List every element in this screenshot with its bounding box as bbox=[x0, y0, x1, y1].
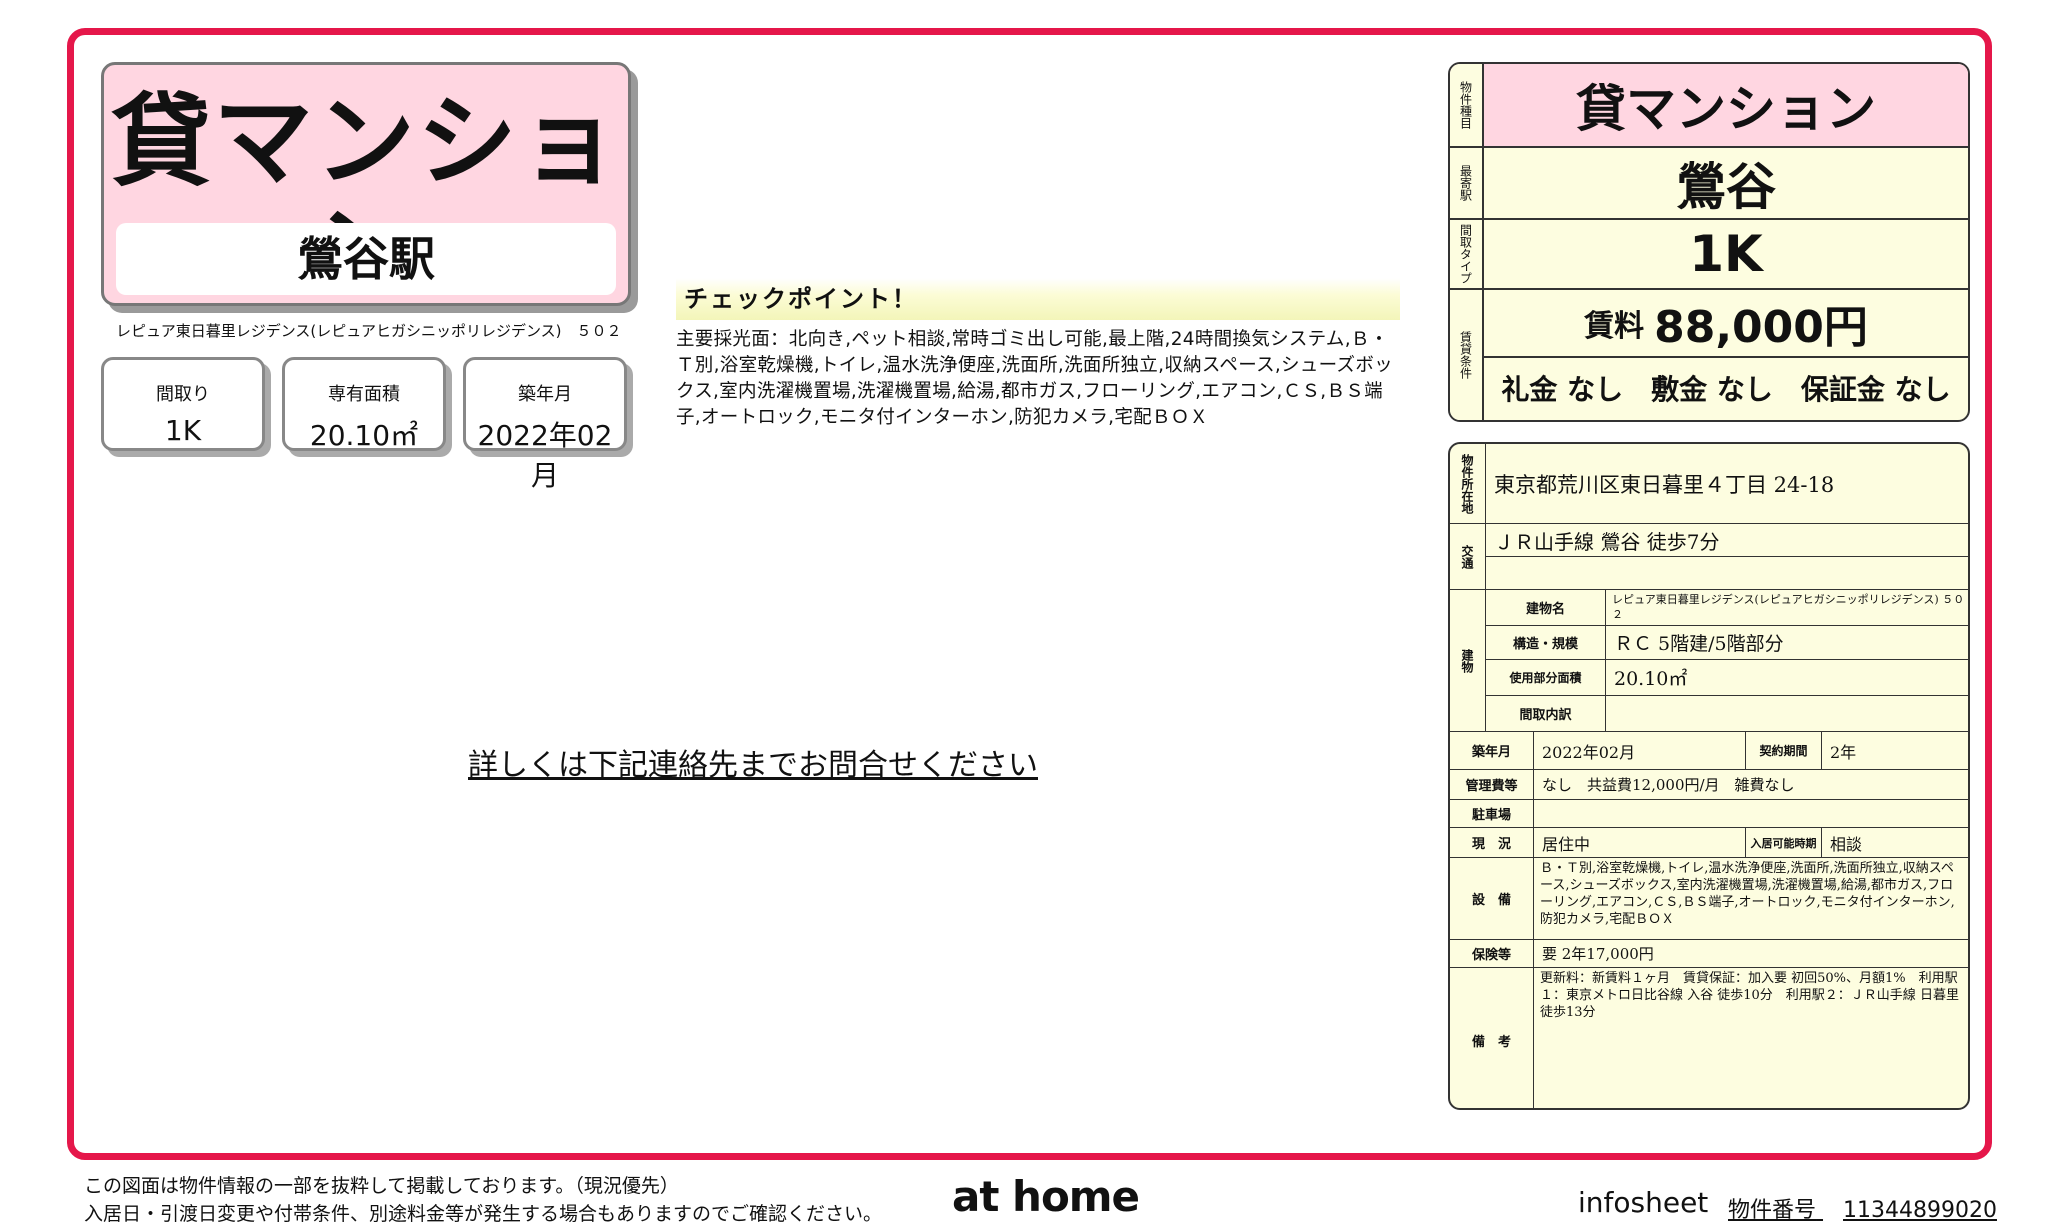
summary-label: 最寄駅 bbox=[1450, 148, 1484, 218]
rent-line: 賃料 88,000円 bbox=[1484, 290, 1968, 358]
area-value: 20.10㎡ bbox=[1606, 660, 1968, 696]
built-value: 2022年02月 bbox=[1534, 732, 1746, 770]
parking-label: 駐車場 bbox=[1450, 800, 1534, 828]
info-label: 築年月 bbox=[518, 384, 572, 405]
layout-detail-label: 間取内訳 bbox=[1486, 696, 1606, 732]
struct-value: ＲＣ 5階建/5階部分 bbox=[1606, 626, 1968, 660]
info-label: 間取り bbox=[156, 384, 210, 405]
status-label: 現 況 bbox=[1450, 828, 1534, 858]
athome-logo: at home bbox=[952, 1172, 1140, 1221]
mgmt-label: 管理費等 bbox=[1450, 770, 1534, 800]
contact-link[interactable]: 詳しくは下記連絡先までお問合せください bbox=[468, 740, 1038, 784]
movein-value: 相談 bbox=[1822, 828, 1968, 858]
footer-note-line2: 入居日・引渡日変更や付帯条件、別途料金等が発生する場合もありますのでご確認くださ… bbox=[84, 1203, 883, 1225]
fees-line: 礼金 なし 敷金 なし 保証金 なし bbox=[1501, 373, 1951, 406]
built-label: 築年月 bbox=[1450, 732, 1534, 770]
property-number-label: 物件番号 bbox=[1728, 1198, 1817, 1223]
remarks-value: 更新料：新賃料１ヶ月 賃貸保証：加入要 初回50%、月額1% 利用駅１：東京メト… bbox=[1540, 971, 1959, 1020]
movein-label: 入居可能時期 bbox=[1746, 828, 1822, 858]
summary-station-row: 最寄駅 鶯谷 bbox=[1450, 148, 1968, 220]
building-label: 建物 bbox=[1450, 590, 1486, 732]
checkpoint-heading: チェックポイント！ bbox=[676, 278, 1400, 320]
rent-prefix: 賃料 bbox=[1584, 309, 1645, 344]
summary-label: 間取タイプ bbox=[1450, 220, 1484, 288]
rent-value: 88,000円 bbox=[1654, 302, 1868, 353]
summary-label: 物件種目 bbox=[1450, 64, 1484, 146]
bname-value: レピュア東日暮里レジデンス(レピュアヒガシニッポリレジデンス) ５０２ bbox=[1606, 590, 1968, 626]
contract-value: 2年 bbox=[1822, 732, 1968, 770]
details-panel: 物件所在地 東京都荒川区東日暮里４丁目 24-18 交通 ＪＲ山手線 鶯谷 徒歩… bbox=[1448, 442, 1970, 1110]
info-label: 専有面積 bbox=[328, 384, 400, 405]
address-value: 東京都荒川区東日暮里４丁目 24-18 bbox=[1486, 444, 1968, 524]
info-box-area: 専有面積 20.10㎡ bbox=[282, 357, 446, 452]
layout-detail-value bbox=[1606, 696, 1968, 732]
building-name: レピュア東日暮里レジデンス(レピュアヒガシニッポリレジデンス) ５０２ bbox=[116, 322, 622, 340]
property-number: 物件番号 11344899020 bbox=[1728, 1192, 1997, 1224]
summary-type: 貸マンション bbox=[1484, 64, 1968, 146]
parking-value bbox=[1534, 800, 1968, 828]
transport-label: 交通 bbox=[1450, 524, 1486, 590]
checkpoint-text: 主要採光面：北向き,ペット相談,常時ゴミ出し可能,最上階,24時間換気システム,… bbox=[676, 329, 1393, 428]
footer-note: この図面は物件情報の一部を抜粋して掲載しております。（現況優先） 入居日・引渡日… bbox=[84, 1172, 882, 1228]
property-number-value: 11344899020 bbox=[1843, 1198, 1997, 1223]
info-box-layout: 間取り 1K bbox=[101, 357, 265, 451]
equip-label: 設 備 bbox=[1450, 858, 1534, 940]
transport-empty bbox=[1486, 557, 1968, 590]
status-value: 居住中 bbox=[1534, 828, 1746, 858]
bname-label: 建物名 bbox=[1486, 590, 1606, 626]
contract-label: 契約期間 bbox=[1746, 732, 1822, 770]
summary-station: 鶯谷 bbox=[1676, 158, 1776, 216]
summary-terms-row: 賃貸条件 賃料 88,000円 礼金 なし 敷金 なし 保証金 なし bbox=[1450, 290, 1968, 420]
summary-type-row: 物件種目 貸マンション bbox=[1450, 64, 1968, 148]
remarks-label: 備 考 bbox=[1450, 968, 1534, 1108]
transport-value: ＪＲ山手線 鶯谷 徒歩7分 bbox=[1486, 524, 1968, 557]
info-box-built: 築年月 2022年02月 bbox=[463, 357, 627, 492]
area-label: 使用部分面積 bbox=[1486, 660, 1606, 696]
insurance-label: 保険等 bbox=[1450, 940, 1534, 968]
insurance-value: 要 2年17,000円 bbox=[1534, 940, 1968, 968]
equip-value: Ｂ・Ｔ別,浴室乾燥機,トイレ,温水洗浄便座,洗面所,洗面所独立,収納スペース,シ… bbox=[1534, 858, 1968, 940]
info-value: 2022年02月 bbox=[477, 419, 613, 492]
info-value: 20.10㎡ bbox=[309, 419, 419, 452]
station-title: 鶯谷駅 bbox=[116, 223, 616, 295]
mgmt-value: なし 共益費12,000円/月 雑費なし bbox=[1534, 770, 1968, 800]
summary-panel: 物件種目 貸マンション 最寄駅 鶯谷 間取タイプ 1K 賃貸条件 賃料 88,0… bbox=[1448, 62, 1970, 422]
struct-label: 構造・規模 bbox=[1486, 626, 1606, 660]
summary-label: 賃貸条件 bbox=[1450, 290, 1484, 420]
summary-layout: 1K bbox=[1689, 225, 1763, 283]
footer-note-line1: この図面は物件情報の一部を抜粋して掲載しております。（現況優先） bbox=[84, 1175, 679, 1197]
info-value: 1K bbox=[164, 414, 202, 447]
address-label: 物件所在地 bbox=[1450, 444, 1486, 524]
infosheet-label: infosheet bbox=[1578, 1186, 1709, 1219]
title-card: 貸マンション 鶯谷駅 bbox=[101, 62, 631, 307]
summary-layout-row: 間取タイプ 1K bbox=[1450, 220, 1968, 290]
